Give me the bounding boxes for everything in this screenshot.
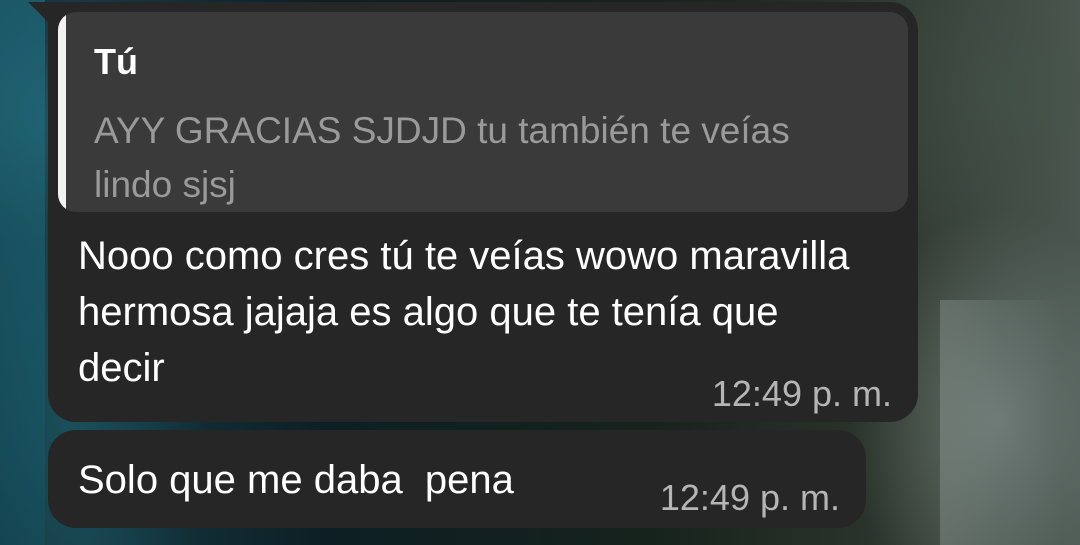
message-bubble[interactable]: Solo que me daba pena 12:49 p. m. (48, 430, 866, 528)
message-text: Solo que me daba pena (78, 458, 514, 502)
wallpaper-right-structure (940, 300, 1060, 545)
bubble-tail (28, 2, 50, 24)
message-timestamp: 12:49 p. m. (711, 373, 892, 414)
quoted-message[interactable]: Tú AYY GRACIAS SJDJD tu también te veías… (58, 12, 908, 212)
quoted-message-text: AYY GRACIAS SJDJD tu también te veías li… (94, 110, 790, 205)
quoted-message-author: Tú (94, 41, 138, 82)
message-bubble-reply[interactable]: Tú AYY GRACIAS SJDJD tu también te veías… (48, 2, 918, 422)
quote-accent-bar (58, 12, 66, 212)
wallpaper-left-strip (0, 0, 45, 545)
message-text: Nooo como cres tú te veías wowo maravill… (78, 234, 850, 390)
message-timestamp: 12:49 p. m. (659, 477, 840, 518)
